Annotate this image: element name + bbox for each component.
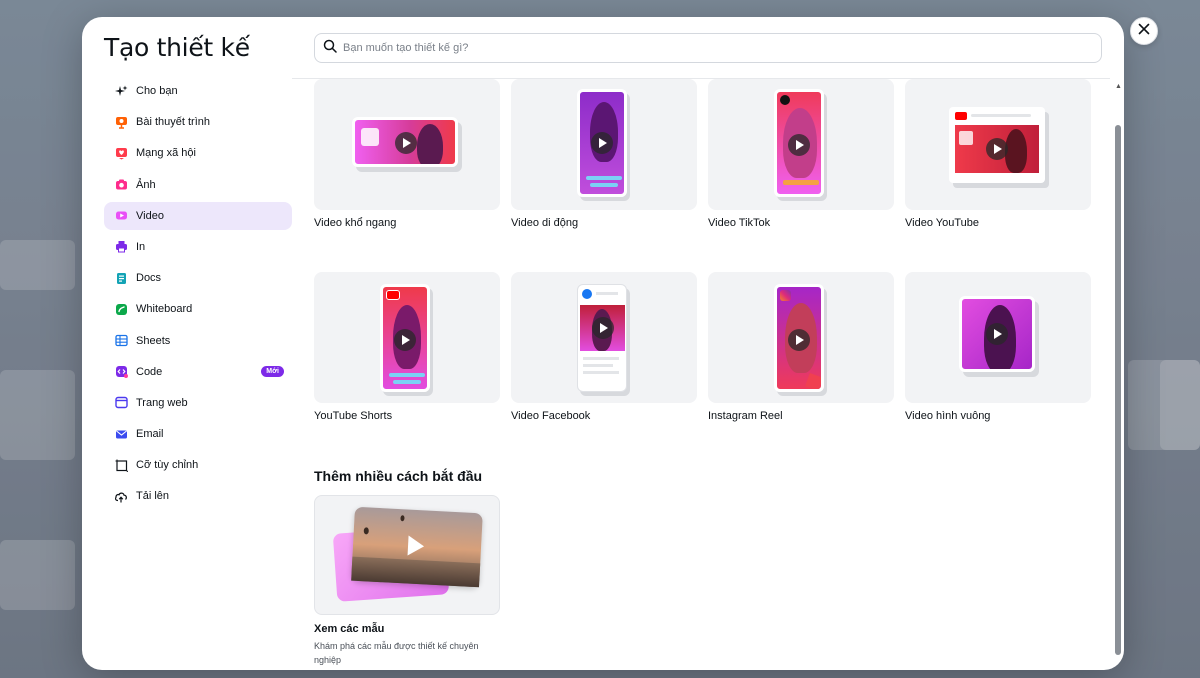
sidebar-item-label: Tải lên xyxy=(136,490,170,503)
play-icon xyxy=(788,134,810,156)
content-scrollbar[interactable]: ▲ xyxy=(1114,79,1122,667)
sheets-icon xyxy=(114,334,128,348)
sidebar-item-for-you[interactable]: Cho bạn xyxy=(104,77,292,105)
heart-icon xyxy=(114,146,128,160)
sidebar-item-label: Code xyxy=(136,365,163,378)
thumbnail xyxy=(708,79,894,210)
printer-icon xyxy=(114,240,128,254)
play-icon xyxy=(395,132,417,154)
whiteboard-icon xyxy=(114,302,128,316)
card-label: Video TikTok xyxy=(708,217,771,229)
sidebar-item-label: Cỡ tùy chỉnh xyxy=(136,459,199,472)
thumbnail xyxy=(708,272,894,403)
new-badge: Mới xyxy=(261,365,284,377)
card-youtube-shorts[interactable]: YouTube Shorts xyxy=(314,272,500,422)
sidebar-item-label: Docs xyxy=(136,272,162,285)
sidebar-item-label: Sheets xyxy=(136,334,171,347)
card-label: Instagram Reel xyxy=(708,410,783,422)
play-icon xyxy=(986,323,1008,345)
card-label: Video Facebook xyxy=(511,410,591,422)
play-icon xyxy=(394,329,416,351)
play-icon xyxy=(591,132,613,154)
card-video-square[interactable]: Video hình vuông xyxy=(905,272,1091,422)
sidebar-item-label: Mạng xã hội xyxy=(136,147,196,160)
play-icon xyxy=(592,317,614,339)
sidebar-item-upload[interactable]: Tải lên xyxy=(104,482,292,510)
thumbnail xyxy=(314,272,500,403)
thumbnail xyxy=(511,272,697,403)
sidebar-item-video[interactable]: Video xyxy=(104,201,292,230)
docs-icon xyxy=(114,271,128,285)
thumbnail xyxy=(314,495,500,615)
landscape-photo xyxy=(351,506,483,588)
card-description: Khám phá các mẫu được thiết kế chuyên ng… xyxy=(314,641,479,665)
sidebar-item-label: Trang web xyxy=(136,396,188,409)
scrollbar-thumb[interactable] xyxy=(1115,125,1121,655)
sidebar-item-label: Bài thuyết trình xyxy=(136,116,210,129)
video-icon xyxy=(114,209,128,223)
card-title: Xem các mẫu xyxy=(314,623,385,635)
card-label: Video khổ ngang xyxy=(314,217,397,229)
email-icon xyxy=(114,427,128,441)
card-label: Video hình vuông xyxy=(905,410,991,422)
search-icon xyxy=(323,39,337,58)
sidebar-item-sheets[interactable]: Sheets xyxy=(104,327,292,355)
create-design-modal: Tạo thiết kế Cho bạn Bài thuyết trình Mạ… xyxy=(82,17,1124,670)
sidebar-item-social-media[interactable]: Mạng xã hội xyxy=(104,139,292,167)
category-sidebar: Cho bạn Bài thuyết trình Mạng xã hội Ảnh… xyxy=(104,77,292,514)
card-label: YouTube Shorts xyxy=(314,410,393,422)
sidebar-item-label: Video xyxy=(136,209,164,222)
sidebar-item-presentation[interactable]: Bài thuyết trình xyxy=(104,108,292,136)
sidebar-item-label: Whiteboard xyxy=(136,303,193,316)
search-bar[interactable] xyxy=(314,33,1102,63)
card-instagram-reel[interactable]: Instagram Reel xyxy=(708,272,894,422)
modal-title: Tạo thiết kế xyxy=(104,33,250,62)
search-input[interactable] xyxy=(343,42,1063,54)
close-icon xyxy=(1138,22,1150,40)
thumbnail xyxy=(905,79,1091,210)
thumbnail xyxy=(905,272,1091,403)
play-icon xyxy=(986,138,1008,160)
presentation-icon xyxy=(114,115,128,129)
card-label: Video di động xyxy=(511,217,579,229)
sidebar-item-docs[interactable]: Docs xyxy=(104,264,292,292)
card-video-youtube[interactable]: Video YouTube xyxy=(905,79,1091,229)
sidebar-item-label: Ảnh xyxy=(136,178,156,191)
play-icon xyxy=(788,329,810,351)
card-video-tiktok[interactable]: Video TikTok xyxy=(708,79,894,229)
sidebar-item-email[interactable]: Email xyxy=(104,420,292,448)
sidebar-item-label: In xyxy=(136,240,146,253)
sidebar-item-label: Cho bạn xyxy=(136,85,178,97)
sparkle-icon xyxy=(114,84,128,98)
close-button[interactable] xyxy=(1130,17,1158,45)
sidebar-item-whiteboard[interactable]: Whiteboard xyxy=(104,295,292,323)
sidebar-item-website[interactable]: Trang web xyxy=(104,389,292,417)
upload-cloud-icon xyxy=(114,489,128,503)
sidebar-item-photo[interactable]: Ảnh xyxy=(104,171,292,199)
content-area: Video khổ ngang Video di động Video TikT… xyxy=(292,79,1110,670)
sidebar-item-code[interactable]: Code Mới xyxy=(104,358,292,386)
sidebar-item-print[interactable]: In xyxy=(104,233,292,261)
camera-icon xyxy=(114,178,128,192)
card-browse-templates[interactable]: Xem các mẫu Khám phá các mẫu được thiết … xyxy=(314,495,500,667)
website-icon xyxy=(114,396,128,410)
card-video-mobile[interactable]: Video di động xyxy=(511,79,697,229)
thumbnail xyxy=(511,79,697,210)
code-icon xyxy=(114,365,128,379)
thumbnail xyxy=(314,79,500,210)
custom-size-icon xyxy=(114,458,128,472)
card-label: Video YouTube xyxy=(905,217,980,229)
card-video-facebook[interactable]: Video Facebook xyxy=(511,272,697,422)
sidebar-item-label: Email xyxy=(136,428,164,441)
play-icon xyxy=(407,535,425,557)
more-ways-heading: Thêm nhiều cách bắt đầu xyxy=(314,468,483,484)
scroll-up-arrow-icon[interactable]: ▲ xyxy=(1115,83,1122,90)
card-video-landscape[interactable]: Video khổ ngang xyxy=(314,79,500,229)
sidebar-item-custom-size[interactable]: Cỡ tùy chỉnh xyxy=(104,451,292,479)
